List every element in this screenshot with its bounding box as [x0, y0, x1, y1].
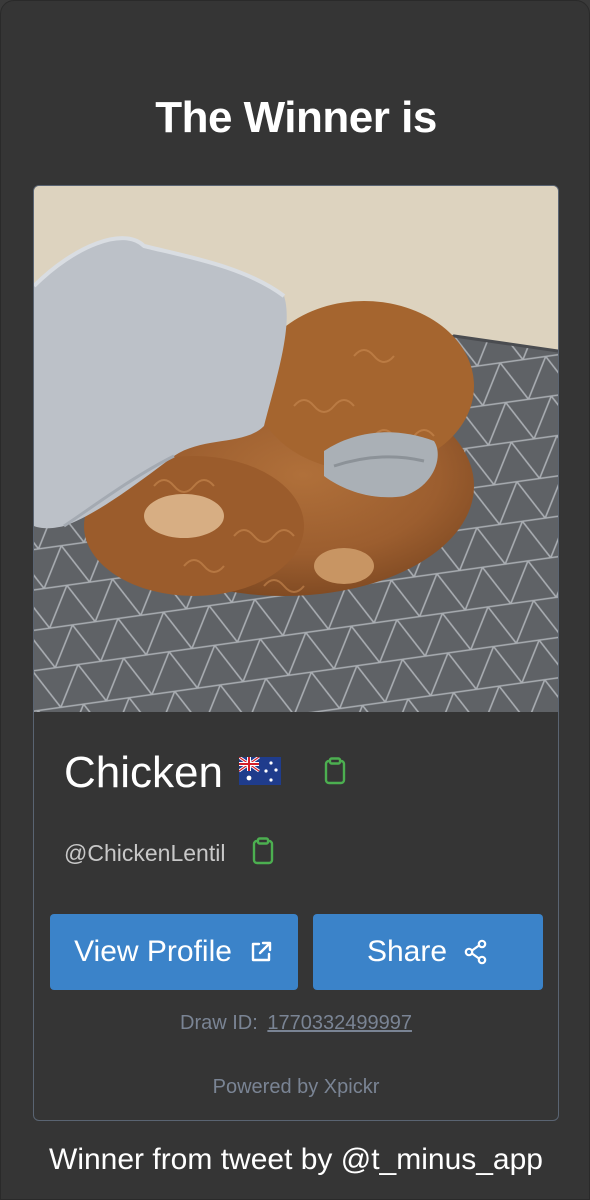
draw-id-link[interactable]: 1770332499997: [267, 1012, 412, 1034]
winner-photo: [34, 186, 558, 712]
powered-by-text: Powered by Xpickr: [212, 1076, 380, 1098]
winner-name-row: Chicken: [64, 748, 347, 798]
view-profile-label: View Profile: [74, 935, 232, 968]
share-button[interactable]: Share: [313, 914, 543, 990]
copy-name-clipboard-icon[interactable]: [323, 756, 347, 790]
share-icon: [463, 939, 489, 965]
australia-flag-icon: [238, 755, 281, 790]
app-frame: The Winner is Chicken @ChickenLentil Vie…: [0, 0, 590, 1200]
view-profile-button[interactable]: View Profile: [50, 914, 298, 990]
winner-handle-row: @ChickenLentil: [64, 836, 275, 870]
draw-id-label: Draw ID:: [180, 1012, 258, 1034]
footer-text: Winner from tweet by @t_minus_app: [49, 1143, 543, 1176]
share-label: Share: [366, 935, 448, 968]
winner-card: Chicken @ChickenLentil View Profile Shar…: [33, 185, 559, 1121]
draw-id-row: Draw ID: 1770332499997: [34, 1012, 558, 1035]
copy-handle-clipboard-icon[interactable]: [251, 836, 275, 870]
external-link-icon: [248, 939, 274, 965]
page-title: The Winner is: [155, 93, 437, 142]
winner-name: Chicken: [64, 748, 223, 797]
winner-handle: @ChickenLentil: [64, 839, 226, 866]
